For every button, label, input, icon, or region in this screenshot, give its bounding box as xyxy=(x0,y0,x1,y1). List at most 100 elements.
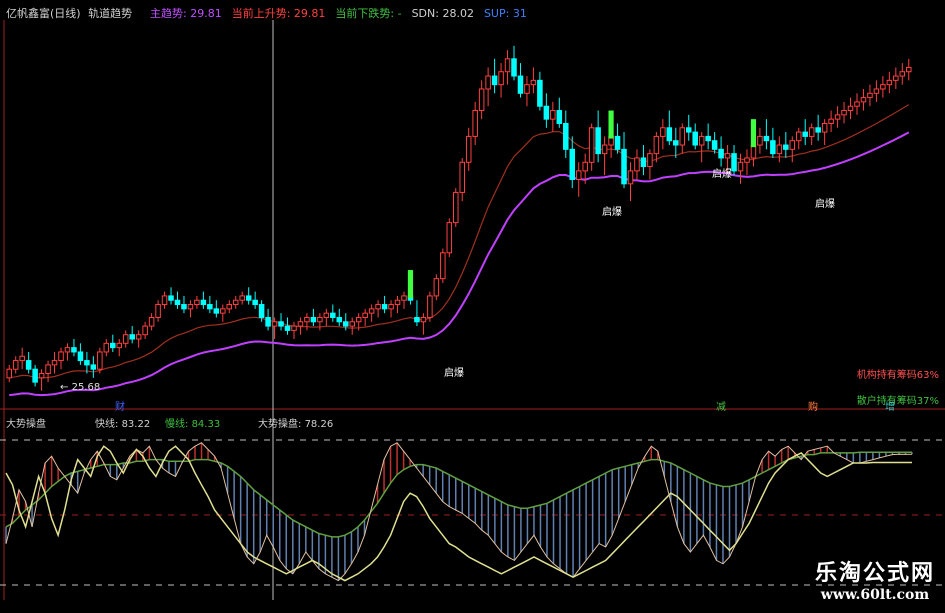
candle xyxy=(427,291,433,322)
candle-body xyxy=(711,140,718,150)
candle xyxy=(776,136,783,163)
candle-body xyxy=(556,110,563,124)
candle-body xyxy=(867,92,873,99)
candle xyxy=(116,339,123,357)
candle xyxy=(161,291,168,309)
candle-body xyxy=(563,122,569,150)
candle xyxy=(6,364,13,383)
signal-label: 启爆 xyxy=(815,199,835,210)
candle xyxy=(595,110,601,163)
candle xyxy=(621,132,627,189)
candle-body xyxy=(446,222,453,254)
candle xyxy=(537,71,543,111)
candle xyxy=(601,136,608,176)
signal-bar xyxy=(608,110,614,139)
candle xyxy=(401,291,407,309)
candle xyxy=(220,304,226,322)
candle xyxy=(213,300,220,318)
signal-label: 启爆 xyxy=(444,368,464,379)
candle-body xyxy=(472,110,478,137)
candle xyxy=(660,119,666,150)
candle xyxy=(323,308,330,327)
candle-body xyxy=(245,295,252,301)
candle xyxy=(795,127,802,150)
candle xyxy=(886,71,893,94)
candle-body xyxy=(789,140,796,150)
candle-body xyxy=(362,312,368,318)
candle-body xyxy=(25,360,32,370)
candle xyxy=(194,295,200,309)
candle-body xyxy=(174,299,181,306)
candle-body xyxy=(653,135,660,155)
candle-body xyxy=(265,316,271,327)
candle xyxy=(854,93,860,115)
candle-body xyxy=(148,316,155,327)
candle-body xyxy=(737,161,744,172)
candle xyxy=(200,291,207,309)
candle xyxy=(278,313,284,331)
candle xyxy=(388,300,394,318)
candle-body xyxy=(511,58,517,77)
candle xyxy=(12,356,19,374)
candle-body xyxy=(420,316,427,323)
candle-body xyxy=(491,75,498,86)
candle-body xyxy=(6,368,13,379)
candle xyxy=(433,274,440,301)
candle-body xyxy=(414,316,420,323)
candle-body xyxy=(90,364,97,370)
candle-body xyxy=(103,342,110,353)
signal-label: 启爆 xyxy=(712,169,732,180)
candle xyxy=(873,80,880,102)
candle-body xyxy=(783,144,789,150)
candle xyxy=(504,50,511,85)
candle-body xyxy=(142,325,148,336)
candle-body xyxy=(336,316,343,323)
candle-body xyxy=(808,127,815,137)
candle-body xyxy=(465,135,472,163)
header-item-0: 主趋势: 29.81 xyxy=(150,7,222,20)
candle-body xyxy=(452,191,459,224)
candle-body xyxy=(524,84,530,94)
candle xyxy=(770,127,776,158)
candle xyxy=(802,119,808,146)
candle-body xyxy=(640,157,647,168)
candle-body xyxy=(58,351,64,362)
candle xyxy=(640,145,647,176)
candle-body xyxy=(679,127,686,146)
candle-body xyxy=(731,153,737,172)
slow-line-label: 慢线: xyxy=(165,419,189,430)
candle xyxy=(336,308,343,327)
candle-body xyxy=(550,110,556,120)
candle-body xyxy=(51,360,58,366)
candle-body xyxy=(168,295,174,301)
candle xyxy=(181,295,187,314)
bottom-tag: 减 xyxy=(716,402,726,413)
candle xyxy=(847,97,854,120)
candle xyxy=(459,157,466,202)
candle xyxy=(142,321,148,340)
candle xyxy=(893,67,899,89)
candle xyxy=(420,313,427,335)
candle xyxy=(517,63,524,98)
candle-body xyxy=(815,127,821,133)
candle-body xyxy=(614,135,621,150)
candle-body xyxy=(660,127,666,137)
candle xyxy=(563,110,569,158)
candle xyxy=(757,127,763,154)
candle-body xyxy=(278,321,284,327)
candle xyxy=(168,287,174,305)
candle-body xyxy=(834,114,841,120)
candle-body xyxy=(368,308,375,314)
candle xyxy=(485,67,491,107)
candle xyxy=(465,127,472,171)
bottom-tag: 财 xyxy=(115,402,125,413)
candle xyxy=(556,97,563,128)
candle-body xyxy=(155,304,161,318)
candle xyxy=(543,93,550,128)
candle xyxy=(705,123,711,150)
candle-body xyxy=(200,299,207,306)
candle-body xyxy=(122,334,129,344)
candle-body xyxy=(220,308,226,314)
candle-body xyxy=(97,351,103,370)
candle xyxy=(718,136,724,167)
